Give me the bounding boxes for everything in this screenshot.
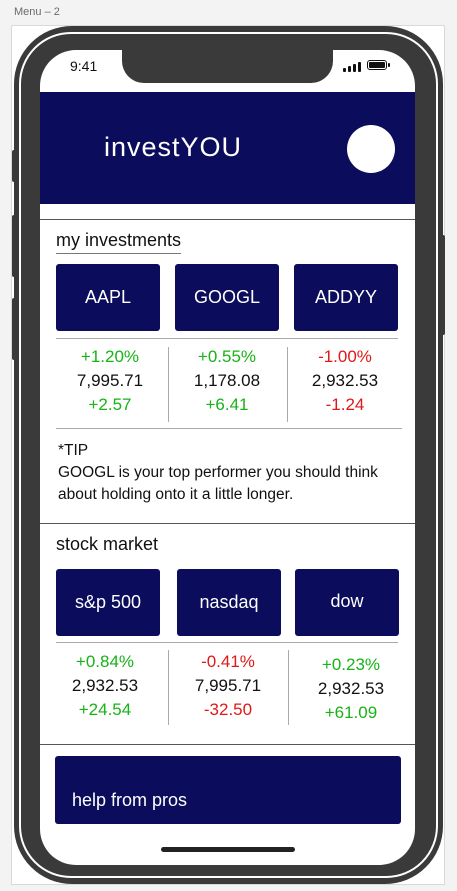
stock-tile-aapl[interactable]: AAPL	[56, 264, 160, 331]
profile-avatar[interactable]	[347, 125, 395, 173]
point-change: -1.24	[325, 395, 365, 414]
help-from-pros-button[interactable]: help from pros	[55, 756, 401, 824]
price: 2,932.53	[317, 679, 385, 698]
index-tile-sp500[interactable]: s&p 500	[56, 569, 160, 636]
divider	[56, 642, 398, 643]
index-tile-dow[interactable]: dow	[295, 569, 399, 636]
divider	[40, 523, 415, 524]
divider	[40, 219, 415, 220]
side-button-mute	[12, 150, 16, 182]
percent-change: -0.41%	[201, 652, 255, 671]
percent-change: +1.20%	[80, 347, 140, 366]
side-button-power	[441, 235, 445, 335]
point-change: +6.41	[205, 395, 249, 414]
index-stats-sp500: +0.84% 2,932.53 +24.54	[46, 650, 164, 722]
column-separator	[288, 650, 289, 725]
tip-heading: *TIP	[58, 442, 89, 459]
divider	[56, 428, 402, 429]
phone-screen: 9:41 investYOU my investments AAPL GOOGL…	[40, 50, 415, 865]
percent-change: +0.84%	[75, 652, 135, 671]
signal-icon	[343, 61, 363, 72]
artboard-label: Menu – 2	[14, 6, 60, 18]
point-change: -32.50	[203, 700, 253, 719]
stock-stats-aapl: +1.20% 7,995.71 +2.57	[51, 345, 169, 417]
stock-stats-addyy: -1.00% 2,932.53 -1.24	[286, 345, 404, 417]
divider	[56, 338, 398, 339]
stock-tile-googl[interactable]: GOOGL	[175, 264, 279, 331]
divider	[40, 744, 415, 745]
side-button-volume-down	[12, 298, 16, 360]
point-change: +2.57	[88, 395, 132, 414]
percent-change: +0.55%	[197, 347, 257, 366]
home-indicator[interactable]	[161, 847, 295, 852]
status-time: 9:41	[70, 58, 98, 74]
price: 2,932.53	[311, 371, 379, 390]
notch	[122, 50, 333, 83]
section-title-my-investments: my investments	[56, 230, 182, 254]
percent-change: +0.23%	[321, 655, 381, 674]
help-from-pros-label: help from pros	[72, 790, 188, 810]
stock-stats-googl: +0.55% 1,178.08 +6.41	[168, 345, 286, 417]
price: 2,932.53	[71, 676, 139, 695]
percent-change: -1.00%	[318, 347, 372, 366]
section-title-stock-market: stock market	[56, 534, 159, 554]
app-header: investYOU	[40, 92, 415, 204]
index-stats-nasdaq: -0.41% 7,995.71 -32.50	[169, 650, 287, 722]
index-tile-nasdaq[interactable]: nasdaq	[177, 569, 281, 636]
battery-icon	[367, 60, 390, 70]
point-change: +61.09	[324, 703, 378, 722]
app-title: investYOU	[104, 132, 243, 162]
point-change: +24.54	[78, 700, 132, 719]
stock-tile-addyy[interactable]: ADDYY	[294, 264, 398, 331]
tip-box: *TIP GOOGL is your top performer you sho…	[58, 440, 388, 506]
price: 7,995.71	[76, 371, 144, 390]
price: 1,178.08	[193, 371, 261, 390]
side-button-volume-up	[12, 215, 16, 277]
price: 7,995.71	[194, 676, 262, 695]
tip-text: GOOGL is your top performer you should t…	[58, 464, 378, 503]
index-stats-dow: +0.23% 2,932.53 +61.09	[292, 653, 410, 725]
